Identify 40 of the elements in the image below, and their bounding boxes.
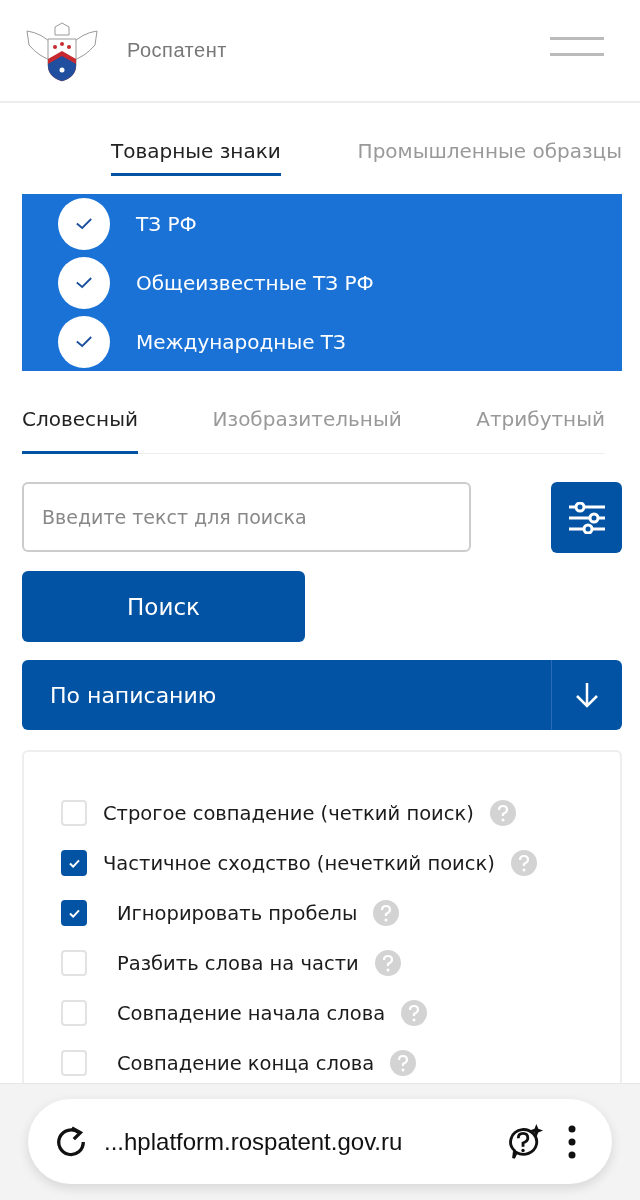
registry-tab[interactable]: Товарные знаки: [111, 139, 281, 176]
menu-icon[interactable]: [550, 36, 604, 57]
option-label: Совпадение конца слова: [117, 1051, 375, 1075]
help-icon[interactable]: [390, 1050, 417, 1076]
site-name: Роспатент: [127, 39, 228, 62]
more-icon[interactable]: [568, 1124, 576, 1159]
sliders-icon: [567, 501, 606, 534]
help-icon[interactable]: [374, 950, 401, 976]
help-icon[interactable]: [401, 1000, 428, 1026]
option-label: Разбить слова на части: [117, 951, 359, 975]
registry-label: Общеизвестные ТЗ РФ: [136, 270, 374, 295]
checkbox[interactable]: [61, 900, 87, 926]
check-icon: [68, 908, 80, 918]
round-checkbox[interactable]: [58, 197, 110, 250]
search-field[interactable]: Введите текст для поиска: [22, 482, 471, 552]
address-bar[interactable]: ...hplatform.rospatent.gov.ru: [28, 1099, 612, 1184]
checkbox[interactable]: [61, 850, 87, 876]
reload-icon[interactable]: [54, 1124, 88, 1159]
registry-label: ТЗ РФ: [136, 211, 197, 236]
filter-button[interactable]: [551, 482, 622, 553]
search-button[interactable]: Поиск: [22, 571, 305, 642]
check-icon: [75, 276, 93, 289]
check-icon: [68, 858, 80, 868]
search-type-tab[interactable]: Словесный: [22, 407, 138, 454]
check-icon: [75, 335, 93, 348]
check-icon: [75, 217, 93, 230]
option-label: Совпадение начала слова: [117, 1001, 386, 1025]
mode-dropdown[interactable]: По написанию: [22, 660, 622, 730]
option-label: Игнорировать пробелы: [117, 901, 358, 925]
registry-label: Международные ТЗ: [136, 329, 346, 354]
url-text: ...hplatform.rospatent.gov.ru: [104, 1127, 404, 1156]
dropdown-value: По написанию: [50, 682, 218, 708]
option-label: Частичное сходство (нечеткий поиск): [103, 851, 495, 875]
help-icon[interactable]: [510, 850, 537, 876]
help-icon[interactable]: [373, 900, 400, 926]
arrow-down-icon: [575, 681, 599, 709]
round-checkbox[interactable]: [58, 256, 110, 309]
help-icon[interactable]: [489, 800, 516, 826]
option-label: Строгое совпадение (четкий поиск): [103, 801, 474, 825]
round-checkbox[interactable]: [58, 315, 110, 368]
